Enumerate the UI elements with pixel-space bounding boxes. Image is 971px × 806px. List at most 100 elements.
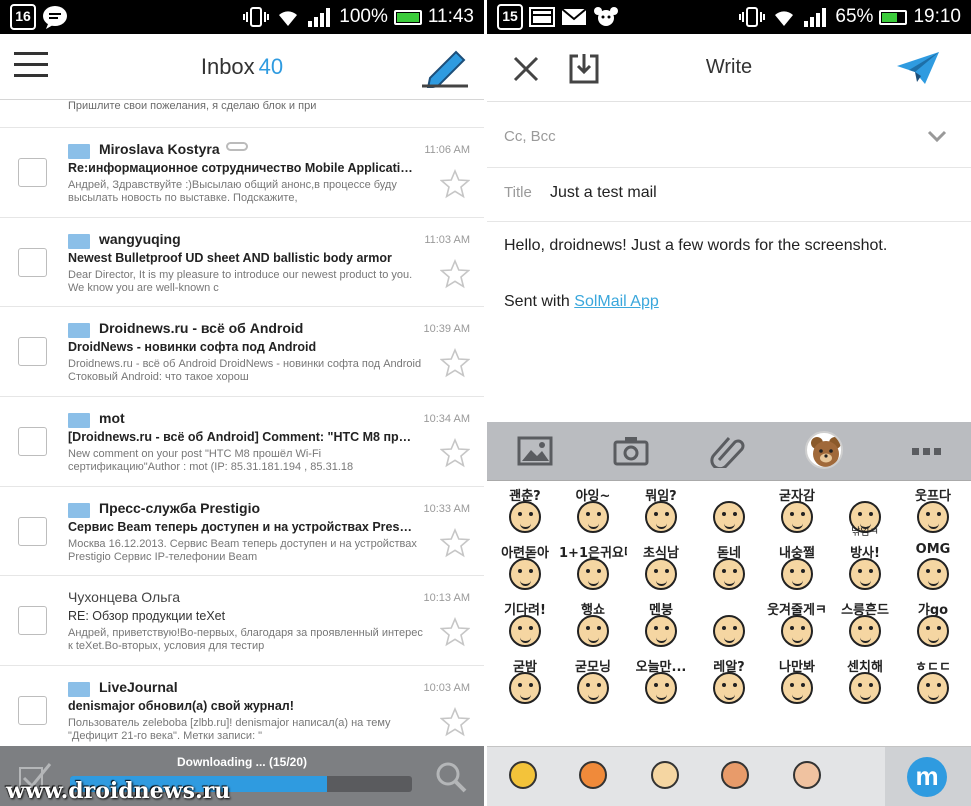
sticker-face	[509, 501, 541, 533]
sticker[interactable]	[695, 483, 763, 540]
email-row[interactable]: Droidnews.ru - всё об Android 10:39 AM D…	[0, 307, 484, 398]
status-bar: 15 65% 19:10	[487, 0, 971, 34]
sticker[interactable]: 스릉흔드	[831, 597, 899, 654]
title-field[interactable]: Title Just a test mail	[487, 168, 971, 222]
star-icon[interactable]	[439, 168, 471, 199]
more-icon[interactable]	[912, 448, 941, 455]
wifi-icon	[275, 4, 301, 30]
star-icon[interactable]	[439, 617, 471, 647]
inbox-screen: 16 100% 11:43 Inbox 40 Пришлите свои пож…	[0, 0, 484, 806]
gallery-icon[interactable]	[517, 434, 553, 468]
chevron-down-icon[interactable]	[927, 128, 947, 143]
clock: 19:10	[913, 6, 961, 27]
sticker[interactable]: 오늘만...	[627, 654, 695, 711]
sticker[interactable]: 멘붕	[627, 597, 695, 654]
email-sender: LiveJournal	[99, 679, 178, 696]
sticker[interactable]: ㅎㄷㄷ	[899, 654, 967, 711]
sticker-face	[781, 615, 813, 647]
sticker[interactable]: 아련돋아	[491, 540, 559, 597]
star-icon[interactable]	[439, 707, 471, 737]
sticker[interactable]: 굳자감	[763, 483, 831, 540]
calendar-icon: 16	[10, 4, 36, 30]
sticker[interactable]: 갸go	[899, 597, 967, 654]
select-checkbox[interactable]	[18, 337, 47, 367]
email-subject: Newest Bulletproof UD sheet AND ballisti…	[68, 250, 392, 265]
sticker-pack-4[interactable]	[721, 761, 749, 789]
sticker-face	[713, 558, 745, 590]
select-checkbox[interactable]	[18, 696, 47, 726]
paperclip-icon[interactable]	[709, 434, 745, 471]
star-icon[interactable]	[439, 258, 471, 289]
solmail-link[interactable]: SolMail App	[574, 293, 659, 310]
sticker[interactable]: 낚임ㅋ	[831, 483, 899, 540]
camera-icon[interactable]	[613, 434, 649, 468]
cc-bcc-field[interactable]: Cc, Bcc	[487, 102, 971, 168]
sticker-pack-5[interactable]	[793, 761, 821, 789]
unread-mail-icon	[68, 682, 90, 698]
status-bar: 16 100% 11:43	[0, 0, 484, 34]
title-input[interactable]: Just a test mail	[550, 184, 657, 202]
sticker[interactable]: 웃겨줄게ㅋ	[763, 597, 831, 654]
sticker-face	[645, 558, 677, 590]
search-icon[interactable]	[434, 760, 468, 794]
sticker-face	[849, 672, 881, 704]
email-row[interactable]: mot 10:34 AM [Droidnews.ru - всё об Andr…	[0, 397, 484, 487]
compose-pencil-icon[interactable]	[420, 48, 470, 90]
sticker[interactable]: 방사!	[831, 540, 899, 597]
solmail-logo[interactable]: m	[885, 747, 971, 806]
sticker[interactable]: 초식남	[627, 540, 695, 597]
send-icon[interactable]	[895, 50, 941, 86]
battery-percent: 65%	[835, 6, 874, 27]
sticker[interactable]: 괜춘?	[491, 483, 559, 540]
paperclip-icon	[226, 142, 248, 151]
sticker-face	[509, 558, 541, 590]
sticker[interactable]: 웃프다	[899, 483, 967, 540]
battery-icon	[879, 9, 908, 25]
email-row[interactable]: LiveJournal 10:03 AM denismajor обновил(…	[0, 666, 484, 756]
select-checkbox[interactable]	[18, 427, 47, 457]
solmail-m-icon: m	[907, 757, 947, 797]
select-checkbox[interactable]	[18, 158, 47, 187]
unread-mail-icon	[68, 144, 90, 159]
sticker-face	[577, 558, 609, 590]
sticker[interactable]: 아잉~	[559, 483, 627, 540]
email-row[interactable]: Чухонцева Ольга 10:13 AM RE: Обзор проду…	[0, 576, 484, 667]
email-sender: mot	[99, 410, 125, 427]
select-checkbox[interactable]	[18, 247, 47, 277]
sticker[interactable]: 1+1은귀요미	[559, 540, 627, 597]
email-row[interactable]: Пресс-служба Prestigio 10:33 AM Сервис B…	[0, 487, 484, 577]
email-row[interactable]: Miroslava Kostyra 11:06 AM Re:информацио…	[0, 128, 484, 218]
battery-icon	[393, 9, 422, 25]
sticker[interactable]: OMG	[899, 540, 967, 597]
sticker[interactable]: 내숭쩔	[763, 540, 831, 597]
sticker-pack-1[interactable]	[509, 761, 537, 789]
star-icon[interactable]	[439, 348, 471, 378]
sticker[interactable]: 굳밤	[491, 654, 559, 711]
email-row[interactable]: wangyuqing 11:03 AM Newest Bulletproof U…	[0, 218, 484, 308]
email-preview: New comment on your post "HTC M8 прошёл …	[68, 448, 354, 474]
star-icon[interactable]	[439, 438, 471, 468]
sticker[interactable]: 행쇼	[559, 597, 627, 654]
inbox-toolbar: Inbox 40	[0, 34, 484, 100]
sticker-pack-3[interactable]	[651, 761, 679, 789]
sticker-grid: 괜춘?아잉~뭐임? 굳자감낚임ㅋ 웃프다아련돋아1+1은귀요미초식남돋네내숭쩔방사!…	[491, 483, 967, 768]
select-checkbox[interactable]	[18, 606, 47, 636]
select-checkbox[interactable]	[18, 516, 47, 546]
sticker[interactable]: 센치해	[831, 654, 899, 711]
download-status: Downloading ... (15/20)	[176, 755, 307, 769]
sticker[interactable]	[695, 597, 763, 654]
sticker[interactable]: 굳모닝	[559, 654, 627, 711]
signature: Sent with SolMail App	[504, 293, 659, 311]
sticker[interactable]: 레알?	[695, 654, 763, 711]
sticker[interactable]: 나만봐	[763, 654, 831, 711]
sticker-pack-2[interactable]	[579, 761, 607, 789]
email-sender: Miroslava Kostyra	[99, 141, 220, 157]
sticker[interactable]: 돋네	[695, 540, 763, 597]
sticker-bear-icon[interactable]	[805, 431, 843, 469]
message-body[interactable]: Hello, droidnews! Just a few words for t…	[504, 237, 887, 255]
sticker[interactable]: 뭐임?	[627, 483, 695, 540]
compose-toolbar: Write	[487, 34, 971, 102]
email-preview: Droidnews.ru - всё об Android DroidNews …	[68, 358, 422, 384]
star-icon[interactable]	[439, 527, 471, 558]
sticker[interactable]: 기다려!	[491, 597, 559, 654]
